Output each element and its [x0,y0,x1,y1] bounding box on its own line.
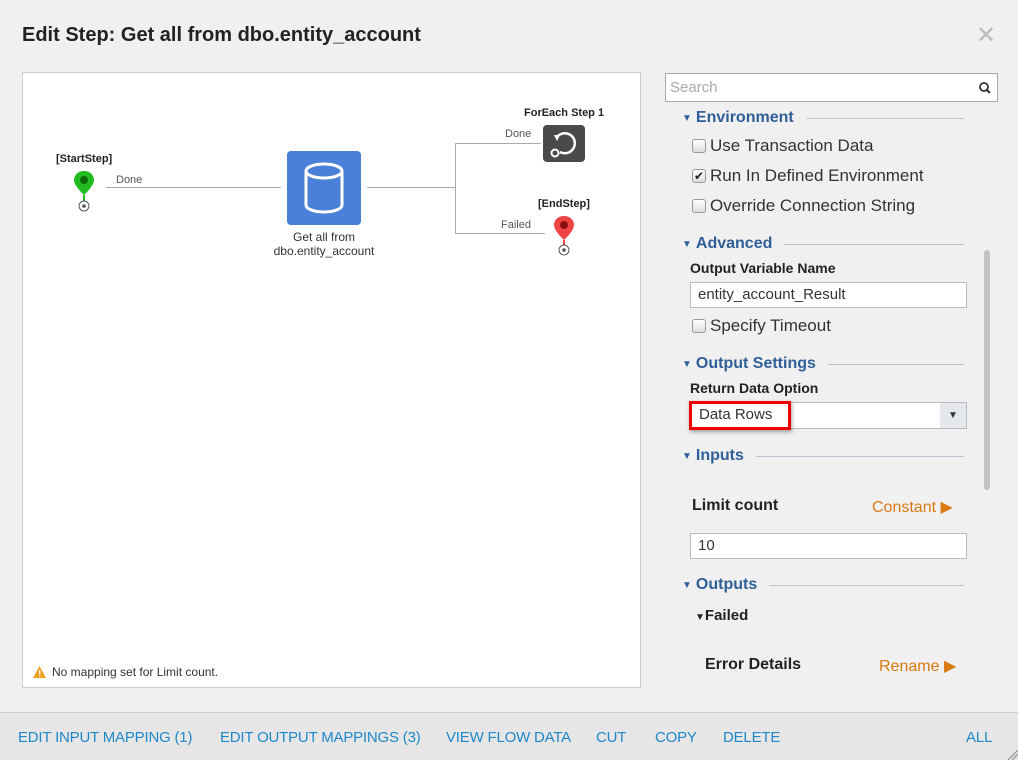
edit-input-mapping-button[interactable]: EDIT INPUT MAPPING (1) [18,729,192,746]
section-title: Advanced [695,235,773,252]
specify-timeout-checkbox[interactable]: Specify Timeout [692,316,831,336]
limit-count-input[interactable]: 10 [690,533,967,559]
collapse-triangle-icon: ▼ [682,579,692,591]
return-data-option-select[interactable]: Data Rows ▼ [689,401,967,430]
step-name-line2: dbo.entity_account [273,244,375,258]
divider [769,584,964,586]
override-connection-checkbox[interactable]: Override Connection String [692,196,915,216]
divider [827,363,964,365]
collapse-triangle-icon: ▼ [682,450,692,462]
play-triangle-icon: ▶ [943,658,957,675]
start-step-label: [StartStep] [56,153,113,165]
connector-label-done: Done [116,174,143,186]
run-defined-environment-checkbox[interactable]: ✔ Run In Defined Environment [692,166,924,186]
connector-line [455,233,545,234]
failed-output-group[interactable]: ▼Failed [695,607,748,624]
collapse-triangle-icon: ▼ [682,358,692,370]
section-environment[interactable]: ▼ Environment [682,109,964,127]
output-variable-input[interactable]: entity_account_Result [690,282,967,308]
database-step-node[interactable] [287,151,361,225]
resize-handle-icon[interactable] [1006,748,1018,760]
end-step-label: [EndStep] [538,198,590,210]
warning-text: No mapping set for Limit count. [52,665,219,679]
section-title: Environment [695,109,794,126]
flow-canvas[interactable]: [StartStep] Done Get all from dbo.entity… [22,72,641,688]
checkbox-label: Use Transaction Data [710,136,874,155]
connector-line [455,143,541,144]
dialog-title: Edit Step: Get all from dbo.entity_accou… [22,24,421,46]
step-name: Get all from dbo.entity_account [244,230,404,258]
loop-icon [550,132,577,158]
end-pin-icon[interactable] [553,214,575,258]
output-variable-label: Output Variable Name [690,260,836,276]
warning-icon [33,666,46,678]
collapse-triangle-icon: ▼ [682,112,692,124]
checkbox-icon[interactable] [692,199,706,213]
connector-label-done: Done [505,128,532,140]
close-icon[interactable]: ✕ [976,24,996,48]
checkbox-checked-icon[interactable]: ✔ [692,169,706,183]
collapse-triangle-icon: ▼ [695,612,705,623]
section-title: Output Settings [695,355,816,372]
step-name-line1: Get all from [292,230,355,244]
checkbox-label: Specify Timeout [710,316,831,335]
group-label: Failed [704,607,749,624]
divider [805,117,964,119]
error-details-label: Error Details [705,656,802,673]
start-pin-icon[interactable] [73,169,95,213]
connector-line [367,187,455,188]
section-output-settings[interactable]: ▼ Output Settings [682,355,964,373]
warning-message: No mapping set for Limit count. [33,665,218,679]
checkbox-label: Override Connection String [710,196,916,215]
play-triangle-icon: ▶ [940,499,953,516]
foreach-step-label: ForEach Step 1 [524,107,605,119]
all-button[interactable]: ALL [966,729,992,746]
section-outputs[interactable]: ▼ Outputs [682,576,964,594]
limit-count-label: Limit count [692,497,779,514]
section-title: Inputs [695,447,744,464]
return-data-option-label: Return Data Option [690,380,819,396]
divider [755,455,964,457]
delete-button[interactable]: DELETE [723,729,780,746]
connector-line [106,187,281,188]
divider [784,243,964,245]
edit-output-mappings-button[interactable]: EDIT OUTPUT MAPPINGS (3) [220,729,421,746]
section-advanced[interactable]: ▼ Advanced [682,235,964,253]
rename-button[interactable]: Rename ▶ [879,656,956,676]
foreach-step-node[interactable] [543,125,585,162]
section-title: Outputs [695,576,758,593]
collapse-triangle-icon: ▼ [682,238,692,250]
checkbox-icon[interactable] [692,139,706,153]
scrollbar[interactable] [984,250,990,490]
selected-value-highlight: Data Rows [689,401,791,430]
checkbox-label: Run In Defined Environment [710,166,924,185]
cut-button[interactable]: CUT [596,729,626,746]
search-box[interactable] [665,73,998,102]
checkbox-icon[interactable] [692,319,706,333]
search-icon[interactable] [973,80,997,96]
connector-branch [455,143,456,233]
mode-label: Constant [872,499,937,516]
rename-label: Rename [879,658,940,675]
section-inputs[interactable]: ▼ Inputs [682,447,964,465]
view-flow-data-button[interactable]: VIEW FLOW DATA [446,729,571,746]
database-icon [304,162,344,214]
chevron-down-icon[interactable]: ▼ [940,403,966,428]
copy-button[interactable]: COPY [655,729,697,746]
use-transaction-checkbox[interactable]: Use Transaction Data [692,136,873,156]
limit-count-mode-button[interactable]: Constant ▶ [872,497,953,517]
search-input[interactable] [666,74,973,101]
connector-label-failed: Failed [501,219,531,231]
